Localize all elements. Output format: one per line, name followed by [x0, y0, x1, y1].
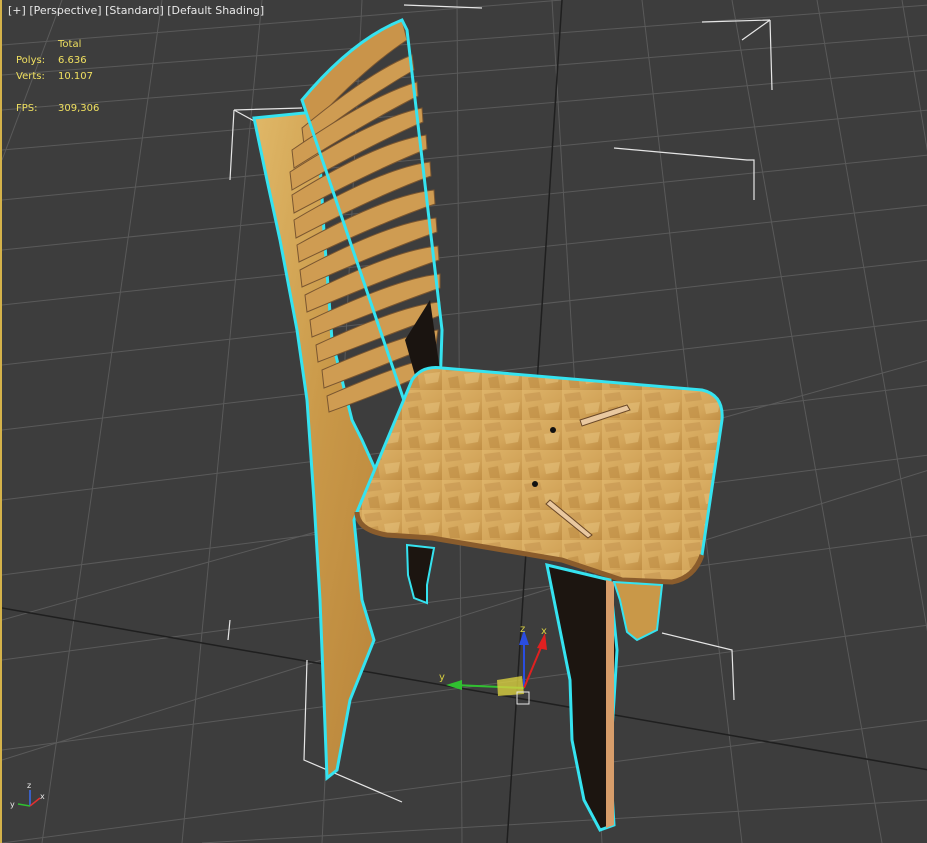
viewport-general-menu[interactable]: [+]: [8, 4, 26, 17]
viewport-label-menu: [+] [Perspective] [Standard] [Default Sh…: [8, 4, 264, 17]
tripod-label-z: z: [27, 781, 32, 790]
stats-fps-value: 309,306: [58, 103, 100, 114]
stats-verts-label: Verts:: [16, 71, 45, 82]
stats-fps-label: FPS:: [16, 103, 38, 114]
perspective-viewport[interactable]: z x y z x y [+] [Perspective] [Standard]…: [0, 0, 927, 843]
stats-header: Total: [58, 39, 82, 50]
tripod-label-y: y: [10, 800, 15, 809]
viewport-point-of-view-menu[interactable]: [Perspective]: [29, 4, 101, 17]
stats-polys-value: 6.636: [58, 55, 87, 66]
stats-verts-row: Verts: 10.107: [16, 69, 99, 85]
stats-fps-row: FPS: 309,306: [16, 101, 99, 117]
gizmo-label-y: y: [439, 672, 445, 683]
stats-polys-row: Polys: 6.636: [16, 53, 99, 69]
viewport-standard-menu[interactable]: [Standard]: [105, 4, 164, 17]
gizmo-label-x: x: [541, 626, 547, 637]
chair-model[interactable]: [252, 18, 724, 832]
tripod-label-x: x: [40, 792, 45, 801]
stats-polys-label: Polys:: [16, 55, 46, 66]
axis-tripod-icon: [17, 790, 41, 807]
gizmo-label-z: z: [520, 624, 526, 635]
chair-rear-leg-right: [612, 580, 664, 642]
viewport-scene[interactable]: [2, 0, 927, 843]
viewport-shading-menu[interactable]: [Default Shading]: [167, 4, 264, 17]
stats-verts-value: 10.107: [58, 71, 93, 82]
chair-front-leg-left: [405, 543, 436, 605]
viewport-statistics: Total Polys: 6.636 Verts: 10.107 FPS: 30…: [16, 37, 99, 117]
